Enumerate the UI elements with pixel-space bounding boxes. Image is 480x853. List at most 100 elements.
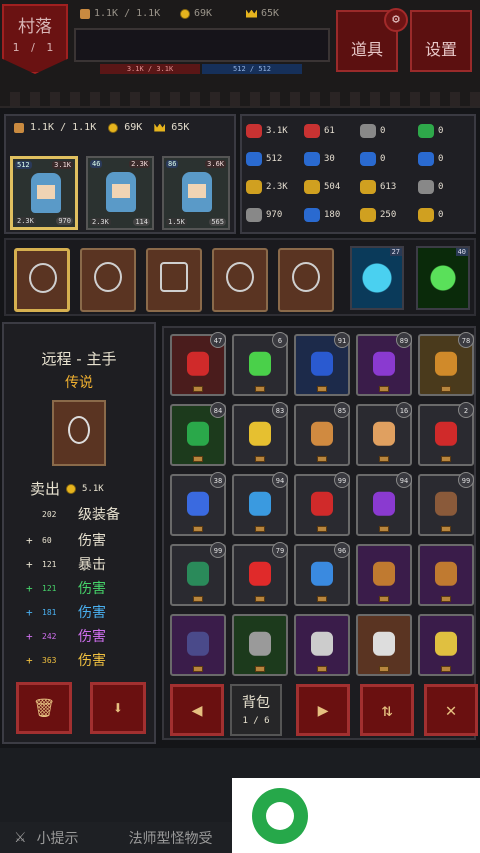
lock-icon: [379, 456, 389, 462]
top-gold: 69K: [194, 8, 213, 19]
inventory-slot[interactable]: 78: [418, 332, 474, 396]
arrow-right-icon: ▶: [317, 699, 329, 721]
inventory-slot[interactable]: 6: [232, 332, 288, 396]
stat-value: 61: [324, 126, 335, 136]
hero-portrait: [31, 173, 61, 213]
gear-icon[interactable]: ⚙: [384, 8, 408, 32]
skill-slot-1[interactable]: 27: [350, 246, 404, 310]
hero-card[interactable]: 86 3.6K 1.5K 565: [162, 156, 230, 230]
inventory-slot[interactable]: 83: [232, 402, 288, 466]
hero-tag: 114: [133, 218, 150, 226]
skill-slot-2[interactable]: 40: [416, 246, 470, 310]
inventory-slot[interactable]: 99: [418, 472, 474, 536]
lock-icon: [317, 596, 327, 602]
stat-value: 180: [324, 210, 341, 220]
skill-level: 27: [389, 248, 402, 256]
attribute-value: 121: [42, 583, 57, 593]
discard-button[interactable]: 🗑: [16, 682, 72, 734]
inventory-slot[interactable]: [294, 614, 350, 676]
attribute-value: 181: [42, 607, 57, 617]
inventory-slot[interactable]: 89: [356, 332, 412, 396]
item-count: 99: [210, 542, 226, 558]
staff-icon: [68, 416, 90, 444]
item-count: 6: [272, 332, 288, 348]
inventory-slot[interactable]: 84: [170, 402, 226, 466]
attribute-row: +121 暴击: [26, 554, 106, 574]
item-count: 16: [396, 402, 412, 418]
lock-icon: [317, 526, 327, 532]
stat-icon: [418, 180, 434, 194]
inventory-grid: 47 6 91 89 78 84 83 85 16 2 38 94 99 94 99 99 79 96: [162, 326, 476, 740]
inventory-slot[interactable]: 91: [294, 332, 350, 396]
top-crowns: 65K: [261, 8, 280, 19]
item-preview: [52, 400, 106, 466]
settings-button[interactable]: 设置: [410, 10, 472, 72]
hero-card[interactable]: 512 3.1K 2.3K 970: [10, 156, 78, 230]
attribute-row: +181 伤害: [26, 602, 106, 622]
item-icon: [249, 421, 271, 446]
inventory-slot[interactable]: 99: [170, 542, 226, 606]
inventory-slot[interactable]: 85: [294, 402, 350, 466]
village-banner[interactable]: 村落 1 / 1: [2, 4, 68, 74]
inventory-slot[interactable]: 38: [170, 472, 226, 536]
inventory-slot[interactable]: [170, 614, 226, 676]
sell-row[interactable]: 卖出 5.1K: [30, 478, 104, 499]
lock-icon: [193, 596, 203, 602]
item-count: 91: [334, 332, 350, 348]
village-progress: 1 / 1: [12, 41, 58, 54]
unequip-button[interactable]: ⬇: [90, 682, 146, 734]
leaf-logo-icon: [252, 788, 308, 844]
inventory-slot[interactable]: 47: [170, 332, 226, 396]
crown-icon: [154, 123, 166, 132]
inventory-slot[interactable]: 94: [356, 472, 412, 536]
item-icon: [311, 421, 333, 446]
inventory-slot[interactable]: 79: [232, 542, 288, 606]
mp-bar: 512 / 512: [202, 64, 302, 74]
hero-card[interactable]: 46 2.3K 2.3K 114: [86, 156, 154, 230]
equip-slot-weapon[interactable]: [14, 248, 70, 312]
attribute-stat: 970: [246, 208, 282, 222]
inventory-slot[interactable]: 94: [232, 472, 288, 536]
stat-value: 0: [438, 126, 444, 136]
bag-page: 1 / 6: [242, 716, 270, 726]
item-icon: [249, 351, 271, 376]
equip-slot-necklace[interactable]: [212, 248, 268, 312]
inventory-slot[interactable]: 16: [356, 402, 412, 466]
close-button[interactable]: ✕: [424, 684, 478, 736]
inventory-slot[interactable]: [356, 544, 412, 606]
next-page-button[interactable]: ▶: [296, 684, 350, 736]
lock-icon: [317, 386, 327, 392]
equip-slot-armor[interactable]: [146, 248, 202, 312]
equip-slot-ring[interactable]: [278, 248, 334, 312]
tip-label: 小提示: [36, 830, 79, 847]
equip-slot-shield[interactable]: [80, 248, 136, 312]
lock-icon: [379, 526, 389, 532]
sort-button[interactable]: ⇅: [360, 684, 414, 736]
lock-icon: [441, 526, 451, 532]
inventory-slot[interactable]: [418, 614, 474, 676]
inventory-slot[interactable]: 2: [418, 402, 474, 466]
tip-icon: ⚔: [14, 829, 27, 846]
stat-icon: [246, 152, 262, 166]
prev-page-button[interactable]: ◀: [170, 684, 224, 736]
attribute-stat: 512: [246, 152, 282, 166]
hero-tag: 565: [209, 218, 226, 226]
item-icon: [435, 631, 457, 656]
attribute-stat: 2.3K: [246, 180, 288, 194]
inventory-slot[interactable]: [418, 544, 474, 606]
attribute-stats-panel: 3.1K 61 0 0 512 30 0 0 2.3K 504 613 0 970 180 250 0: [240, 114, 476, 234]
team-gold: 69K: [124, 122, 143, 133]
stat-value: 512: [266, 154, 283, 164]
plus-icon: +: [26, 581, 33, 595]
inventory-slot[interactable]: 96: [294, 542, 350, 606]
tip-text: 法师型怪物受: [128, 830, 213, 847]
hp-bar: 3.1K / 3.1K: [100, 64, 200, 74]
skill-level: 40: [455, 248, 468, 256]
inventory-slot[interactable]: [232, 614, 288, 676]
inventory-slot[interactable]: 99: [294, 472, 350, 536]
item-icon: [435, 421, 457, 446]
inventory-slot[interactable]: [356, 614, 412, 676]
item-count: 89: [396, 332, 412, 348]
stat-value: 970: [266, 210, 283, 220]
watermark-logo: [232, 778, 480, 853]
